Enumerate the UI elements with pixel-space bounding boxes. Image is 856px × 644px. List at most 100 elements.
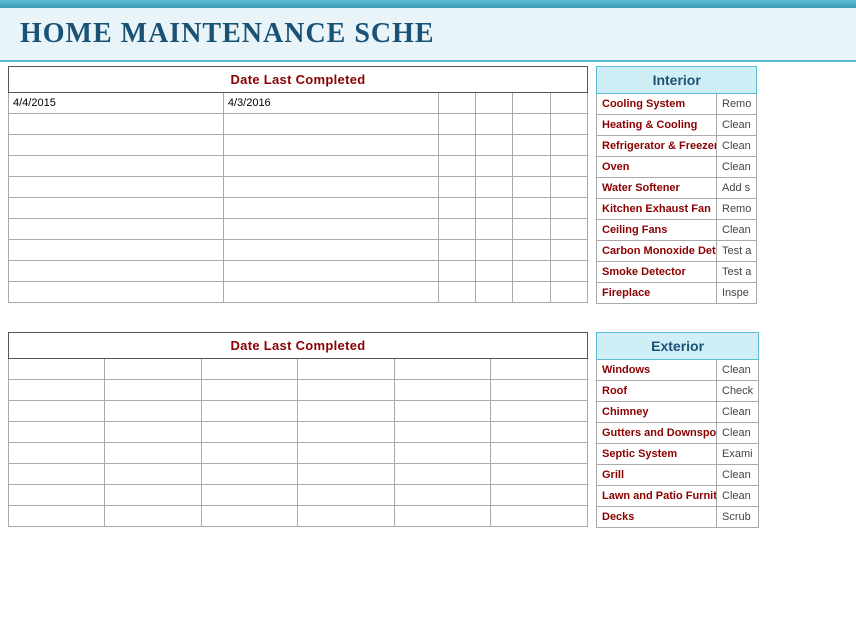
exterior-date-header: Date Last Completed [9, 333, 588, 359]
task-name: Decks [597, 507, 717, 528]
task-action: Exami [717, 444, 759, 465]
list-item: Oven Clean [597, 157, 757, 178]
date-cell [550, 93, 587, 114]
task-name: Grill [597, 465, 717, 486]
interior-tasks-table: Interior Cooling System Remo Heating & C… [596, 66, 757, 304]
interior-date-body: 4/4/2015 4/3/2016 [9, 93, 588, 303]
task-name: Refrigerator & Freezer [597, 136, 717, 157]
list-item: Fireplace Inspe [597, 283, 757, 304]
task-action: Clean [717, 360, 759, 381]
task-name: Roof [597, 381, 717, 402]
task-action: Clean [717, 423, 759, 444]
date-cell [476, 93, 513, 114]
title-area: Home Maintenance Sche [0, 8, 856, 62]
task-name: Windows [597, 360, 717, 381]
date-cell: 4/3/2016 [223, 93, 438, 114]
task-action: Clean [717, 220, 757, 241]
task-name: Chimney [597, 402, 717, 423]
list-item: Refrigerator & Freezer Clean [597, 136, 757, 157]
interior-date-header: Date Last Completed [9, 67, 588, 93]
list-item: Roof Check [597, 381, 759, 402]
task-action: Remo [717, 199, 757, 220]
task-name: Gutters and Downspouts [597, 423, 717, 444]
list-item: Windows Clean [597, 360, 759, 381]
list-item: Septic System Exami [597, 444, 759, 465]
table-row [9, 114, 588, 135]
task-name: Lawn and Patio Furniture [597, 486, 717, 507]
task-action: Scrub [717, 507, 759, 528]
task-name: Smoke Detector [597, 262, 717, 283]
list-item: Cooling System Remo [597, 94, 757, 115]
page-title: Home Maintenance Sche [20, 18, 836, 50]
list-item: Decks Scrub [597, 507, 759, 528]
interior-tasks-body: Cooling System Remo Heating & Cooling Cl… [597, 94, 757, 304]
task-name: Kitchen Exhaust Fan [597, 199, 717, 220]
interior-tasks-container: Interior Cooling System Remo Heating & C… [596, 66, 848, 304]
exterior-tasks-body: Windows Clean Roof Check Chimney Clean G… [597, 360, 759, 528]
date-cell [438, 93, 475, 114]
list-item: Water Softener Add s [597, 178, 757, 199]
table-row [9, 359, 588, 380]
list-item: Lawn and Patio Furniture Clean [597, 486, 759, 507]
task-action: Add s [717, 178, 757, 199]
task-action: Inspe [717, 283, 757, 304]
task-action: Clean [717, 157, 757, 178]
list-item: Chimney Clean [597, 402, 759, 423]
exterior-date-table-container: Date Last Completed [8, 332, 588, 528]
list-item: Kitchen Exhaust Fan Remo [597, 199, 757, 220]
task-action: Clean [717, 465, 759, 486]
task-name: Cooling System [597, 94, 717, 115]
table-row [9, 261, 588, 282]
task-name: Carbon Monoxide Detector [597, 241, 717, 262]
table-row [9, 219, 588, 240]
list-item: Ceiling Fans Clean [597, 220, 757, 241]
list-item: Heating & Cooling Clean [597, 115, 757, 136]
list-item: Carbon Monoxide Detector Test a [597, 241, 757, 262]
task-name: Fireplace [597, 283, 717, 304]
table-row [9, 464, 588, 485]
exterior-section: Date Last Completed [8, 332, 848, 528]
table-row [9, 282, 588, 303]
task-name: Ceiling Fans [597, 220, 717, 241]
list-item: Grill Clean [597, 465, 759, 486]
table-row [9, 156, 588, 177]
table-row [9, 380, 588, 401]
task-action: Clean [717, 115, 757, 136]
interior-section: Date Last Completed 4/4/2015 4/3/2016 [8, 66, 848, 304]
task-action: Clean [717, 136, 757, 157]
task-name: Septic System [597, 444, 717, 465]
exterior-tasks-container: Exterior Windows Clean Roof Check Chimne… [596, 332, 848, 528]
date-cell: 4/4/2015 [9, 93, 224, 114]
interior-date-table-container: Date Last Completed 4/4/2015 4/3/2016 [8, 66, 588, 304]
task-action: Test a [717, 262, 757, 283]
task-name: Oven [597, 157, 717, 178]
exterior-date-body [9, 359, 588, 527]
table-row [9, 506, 588, 527]
exterior-section-title: Exterior [597, 333, 759, 360]
header-bar [0, 0, 856, 8]
task-action: Clean [717, 402, 759, 423]
table-row [9, 401, 588, 422]
task-action: Remo [717, 94, 757, 115]
table-row: 4/4/2015 4/3/2016 [9, 93, 588, 114]
task-name: Water Softener [597, 178, 717, 199]
task-action: Clean [717, 486, 759, 507]
interior-section-title: Interior [597, 67, 757, 94]
table-row [9, 485, 588, 506]
interior-header-row: Interior [597, 67, 757, 94]
table-row [9, 443, 588, 464]
list-item: Smoke Detector Test a [597, 262, 757, 283]
exterior-header-row: Exterior [597, 333, 759, 360]
date-cell [513, 93, 550, 114]
task-action: Test a [717, 241, 757, 262]
exterior-tasks-table: Exterior Windows Clean Roof Check Chimne… [596, 332, 759, 528]
task-action: Check [717, 381, 759, 402]
task-name: Heating & Cooling [597, 115, 717, 136]
table-row [9, 422, 588, 443]
table-row [9, 198, 588, 219]
list-item: Gutters and Downspouts Clean [597, 423, 759, 444]
exterior-date-table: Date Last Completed [8, 332, 588, 527]
table-row [9, 177, 588, 198]
interior-date-table: Date Last Completed 4/4/2015 4/3/2016 [8, 66, 588, 303]
table-row [9, 135, 588, 156]
